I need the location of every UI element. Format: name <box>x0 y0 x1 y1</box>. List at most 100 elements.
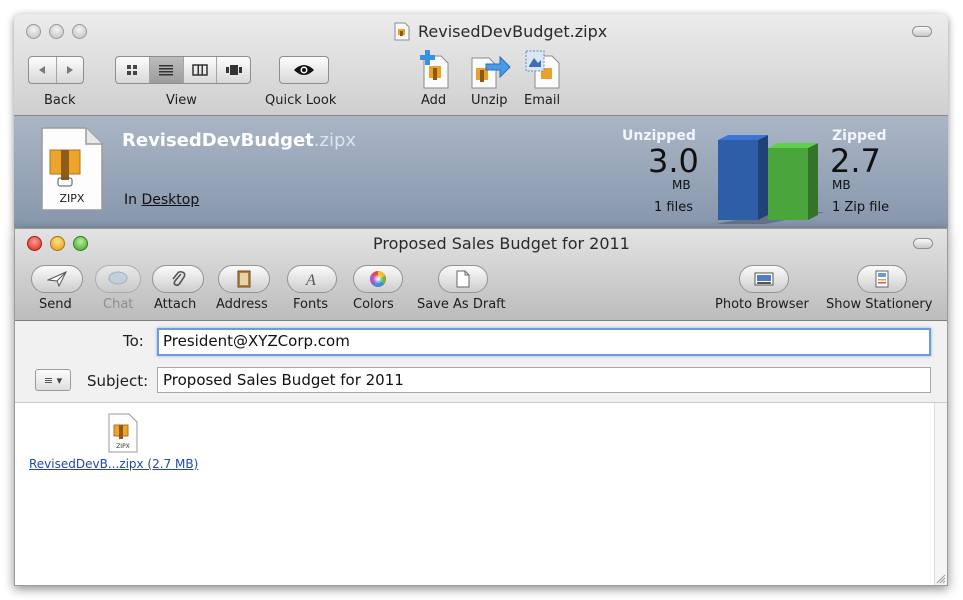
column-view-icon <box>192 64 208 76</box>
mail-zoom-button[interactable] <box>73 236 88 251</box>
bar-unzip-front <box>718 140 758 220</box>
colors-button[interactable] <box>353 265 403 293</box>
draft-document-icon <box>456 270 470 288</box>
account-menu-button[interactable]: ≡ ▾ <box>35 369 71 391</box>
zip-close-button[interactable] <box>26 24 41 39</box>
attachment-link[interactable]: RevisedDevB...zipx (2.7 MB) <box>29 457 198 471</box>
address-book-icon <box>237 270 251 288</box>
attach-label: Attach <box>154 297 197 312</box>
zip-toolbar-toggle-button[interactable] <box>912 26 932 37</box>
body-scrollbar[interactable] <box>934 403 947 585</box>
fonts-label: Fonts <box>293 297 329 312</box>
zip-zoom-button[interactable] <box>72 24 87 39</box>
chat-bubble-icon <box>108 271 128 285</box>
photo-browser-button[interactable] <box>739 265 789 293</box>
save-as-draft-label: Save As Draft <box>417 297 506 312</box>
send-button[interactable] <box>31 265 83 293</box>
attachment-icon-label: ZIPX <box>116 443 130 450</box>
zipx-icon-label: ZIPX <box>59 192 85 205</box>
zip-file-base: RevisedDevBudget <box>122 130 314 151</box>
chat-button[interactable] <box>95 265 141 293</box>
view-label: View <box>166 93 197 108</box>
zip-file-title-icon <box>394 22 410 41</box>
paper-plane-icon <box>47 271 67 287</box>
unzipped-size-value: 3.0 <box>648 142 699 180</box>
to-label: To: <box>123 332 144 350</box>
unzipped-file-count: 1 files <box>654 200 693 215</box>
photo-browser-icon <box>754 272 774 286</box>
zipped-bar <box>768 143 818 220</box>
to-field[interactable]: President@XYZCorp.com <box>157 328 931 356</box>
back-button[interactable] <box>29 57 57 83</box>
mail-toolbar: Proposed Sales Budget for 2011 Send Chat… <box>15 229 947 321</box>
quicklook-button[interactable] <box>279 56 329 84</box>
add-label: Add <box>421 93 447 108</box>
icon-view-button[interactable] <box>116 57 150 83</box>
unzip-file-icon <box>471 55 511 89</box>
email-label: Email <box>524 93 561 108</box>
font-letter-icon: A <box>305 272 316 288</box>
photo-browser-label: Photo Browser <box>715 297 809 312</box>
unzip-button[interactable] <box>468 50 512 90</box>
address-label: Address <box>216 297 268 312</box>
send-label: Send <box>39 297 72 312</box>
size-comparison-chart <box>716 135 826 224</box>
column-view-button[interactable] <box>184 57 218 83</box>
message-headers: To: President@XYZCorp.com Subject: Propo… <box>15 321 947 403</box>
icon-view-icon <box>127 65 138 75</box>
message-body[interactable]: ZIPX RevisedDevB...zipx (2.7 MB) <box>15 403 947 585</box>
back-forward-control <box>28 56 84 84</box>
email-button[interactable] <box>523 48 565 90</box>
attach-button[interactable] <box>152 265 204 293</box>
colors-label: Colors <box>353 297 394 312</box>
resize-grip-icon[interactable] <box>934 572 946 584</box>
forward-arrow-icon <box>66 66 73 74</box>
zip-toolbar: RevisedDevBudget.zipx Back View Quick Lo… <box>14 14 948 116</box>
show-stationery-label: Show Stationery <box>826 297 933 312</box>
unzip-label: Unzip <box>471 93 508 108</box>
mail-compose-window: Proposed Sales Budget for 2011 Send Chat… <box>14 228 948 586</box>
coverflow-view-button[interactable] <box>217 57 250 83</box>
mail-close-button[interactable] <box>27 236 42 251</box>
zip-file-name: RevisedDevBudget.zipx <box>122 130 356 151</box>
back-label: Back <box>44 93 76 108</box>
zipped-size-unit: MB <box>832 178 851 192</box>
paperclip-icon <box>172 270 186 287</box>
quicklook-label: Quick Look <box>265 93 337 108</box>
forward-button[interactable] <box>57 57 84 83</box>
email-stamp-icon <box>525 50 560 89</box>
subject-field[interactable]: Proposed Sales Budget for 2011 <box>157 367 931 393</box>
list-view-icon <box>159 65 174 76</box>
show-stationery-button[interactable] <box>857 265 907 293</box>
view-mode-control <box>115 56 251 84</box>
svg-text:A: A <box>305 272 316 288</box>
zipped-file-count: 1 Zip file <box>832 200 890 215</box>
subject-label: Subject: <box>87 372 149 390</box>
zip-location-link[interactable]: Desktop <box>141 192 199 208</box>
unzipped-bar <box>718 135 768 220</box>
zip-info-panel: ZIPX RevisedDevBudget.zipx In Desktop Un… <box>14 116 948 228</box>
bar-zip-side <box>808 143 818 220</box>
eye-icon <box>294 65 314 75</box>
zip-file-ext: .zipx <box>313 130 357 151</box>
add-button[interactable] <box>416 48 454 90</box>
coverflow-view-icon <box>225 65 242 75</box>
back-arrow-icon <box>39 66 46 74</box>
zip-window: RevisedDevBudget.zipx Back View Quick Lo… <box>14 14 948 228</box>
mail-toolbar-toggle-button[interactable] <box>913 238 933 249</box>
add-file-icon <box>420 50 449 89</box>
list-view-button[interactable] <box>149 57 184 83</box>
address-button[interactable] <box>218 265 270 293</box>
chat-label: Chat <box>103 297 134 312</box>
mail-minimize-button[interactable] <box>50 236 65 251</box>
zip-window-title: RevisedDevBudget.zipx <box>418 22 608 41</box>
color-wheel-icon <box>370 271 386 287</box>
bar-zip-front <box>768 148 808 220</box>
bar-unzip-side <box>758 135 768 220</box>
zip-location-prefix: In <box>124 192 138 208</box>
fonts-button[interactable]: A <box>287 265 337 293</box>
zip-minimize-button[interactable] <box>49 24 64 39</box>
stationery-icon <box>875 270 889 288</box>
save-as-draft-button[interactable] <box>438 265 488 293</box>
zipped-size-value: 2.7 <box>830 142 881 180</box>
